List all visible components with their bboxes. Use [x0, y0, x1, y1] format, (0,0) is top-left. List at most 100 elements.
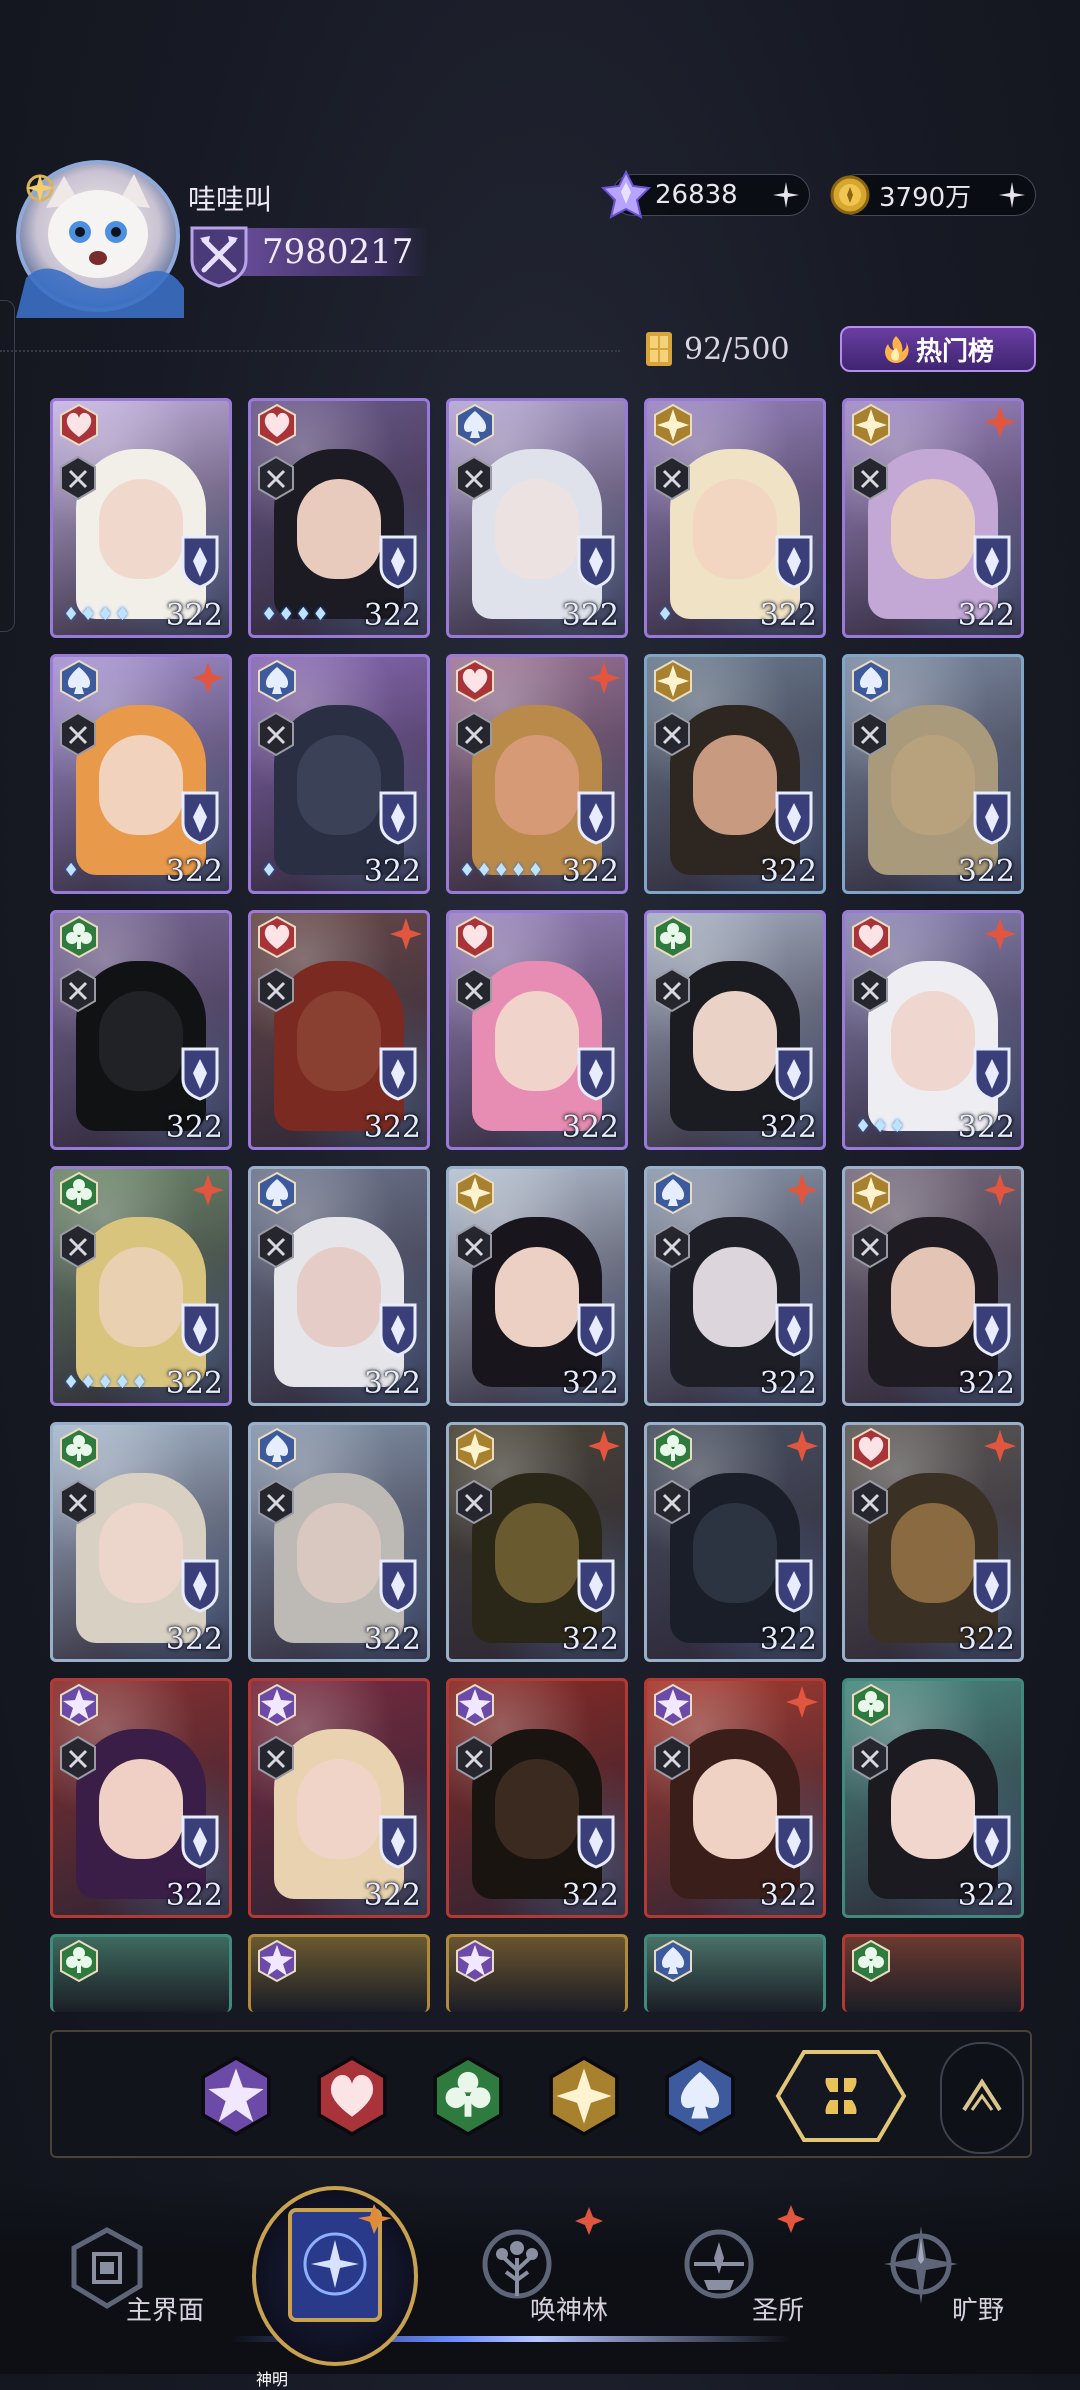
class-icon	[255, 967, 297, 1013]
spade-suit-icon	[651, 1171, 695, 1217]
hero-card[interactable]: 322	[50, 1422, 232, 1662]
hot-ranking-label: 热门榜	[915, 336, 994, 367]
hero-card[interactable]: 322	[50, 1678, 232, 1918]
hero-card[interactable]: 322	[446, 1166, 628, 1406]
club-suit-icon	[57, 1427, 101, 1473]
class-icon	[57, 1735, 99, 1781]
hero-card[interactable]: 322	[248, 1678, 430, 1918]
awaken-star-icon	[191, 1173, 225, 1207]
hero-card-partial[interactable]	[842, 1934, 1024, 2012]
hero-card[interactable]: 322	[446, 910, 628, 1150]
nav-sanctuary[interactable]: 圣所	[664, 2218, 804, 2326]
hot-ranking-button[interactable]: 热门榜	[840, 326, 1036, 372]
diamond-currency[interactable]: 26838	[601, 170, 810, 219]
hero-card[interactable]: ♦♦♦♦ 322	[50, 398, 232, 638]
hero-card[interactable]: 322	[842, 398, 1024, 638]
role-shield-icon	[575, 1813, 617, 1869]
character-portrait	[693, 1759, 777, 1859]
hero-card[interactable]: 322	[644, 1166, 826, 1406]
filter-club-icon[interactable]	[430, 2054, 506, 2138]
class-icon	[255, 1735, 297, 1781]
hero-card[interactable]: ♦ 322	[50, 654, 232, 894]
hero-card-partial[interactable]	[644, 1934, 826, 2012]
awaken-star-icon	[983, 1429, 1017, 1463]
hero-card[interactable]: 322	[644, 1422, 826, 1662]
combat-power: 7980217	[232, 228, 428, 276]
role-shield-icon	[377, 1301, 419, 1357]
gold-currency[interactable]: 3790万	[830, 174, 1036, 216]
diamond-amount: 26838	[655, 180, 738, 210]
spade-suit-icon	[453, 403, 497, 449]
class-icon	[255, 711, 297, 757]
star-rank: ♦	[63, 860, 81, 881]
hero-card[interactable]: 322	[842, 1678, 1024, 1918]
god-book-icon	[288, 2204, 392, 2322]
hero-card[interactable]: ♦♦♦♦♦ 322	[446, 654, 628, 894]
character-portrait	[495, 1503, 579, 1603]
hero-card-partial[interactable]	[248, 1934, 430, 2012]
add-diamond-icon[interactable]	[769, 178, 803, 212]
class-icon	[849, 1479, 891, 1525]
collapse-button[interactable]	[940, 2042, 1024, 2154]
club-suit-icon	[57, 1939, 101, 1985]
hero-card[interactable]: 322	[446, 1422, 628, 1662]
hero-card[interactable]: 322	[50, 910, 232, 1150]
hero-card[interactable]: 322	[248, 1422, 430, 1662]
hero-card[interactable]: 322	[842, 654, 1024, 894]
heart-suit-icon	[453, 659, 497, 705]
hero-card[interactable]: 322	[842, 1166, 1024, 1406]
class-icon	[453, 1223, 495, 1269]
class-icon	[453, 711, 495, 757]
character-portrait	[99, 479, 183, 579]
role-shield-icon	[773, 1813, 815, 1869]
hero-card[interactable]: 322	[248, 1166, 430, 1406]
diamond-suit-icon	[453, 1171, 497, 1217]
hero-card[interactable]: 322	[644, 654, 826, 894]
role-shield-icon	[971, 1557, 1013, 1613]
hero-card[interactable]: 322	[446, 398, 628, 638]
filter-diamond-icon[interactable]	[546, 2054, 622, 2138]
class-icon	[255, 1223, 297, 1269]
hero-card-partial[interactable]	[50, 1934, 232, 2012]
nav-summon[interactable]: 唤神林	[462, 2218, 608, 2326]
hero-card[interactable]: ♦ 322	[248, 654, 430, 894]
card-level: 322	[363, 1366, 421, 1401]
awaken-star-icon	[587, 1429, 621, 1463]
nav-shenming[interactable]: 神明	[252, 2186, 418, 2389]
hero-card[interactable]: ♦♦♦ 322	[842, 910, 1024, 1150]
hero-card[interactable]: ♦ 322	[644, 398, 826, 638]
nav-wild[interactable]: 旷野	[866, 2218, 1004, 2326]
hero-card[interactable]: 322	[644, 1678, 826, 1918]
hero-card[interactable]: 322	[248, 910, 430, 1150]
card-level: 322	[363, 1622, 421, 1657]
character-portrait	[693, 991, 777, 1091]
heart-suit-icon	[849, 1427, 893, 1473]
player-avatar[interactable]	[6, 148, 186, 318]
card-level: 322	[759, 854, 817, 889]
character-portrait	[297, 991, 381, 1091]
hero-card[interactable]: 322	[644, 910, 826, 1150]
role-shield-icon	[773, 533, 815, 589]
hero-card[interactable]: ♦♦♦♦ 322	[248, 398, 430, 638]
card-level: 322	[561, 1366, 619, 1401]
card-level: 322	[957, 598, 1015, 633]
diamond-suit-icon	[453, 1427, 497, 1473]
hero-card-partial[interactable]	[446, 1934, 628, 2012]
hero-card[interactable]: 322	[446, 1678, 628, 1918]
add-gold-icon[interactable]	[995, 178, 1029, 212]
filter-heart-icon[interactable]	[314, 2054, 390, 2138]
nav-main-label: 主界面	[126, 2296, 205, 2326]
hero-card[interactable]: ♦♦♦♦♦ 322	[50, 1166, 232, 1406]
card-level: 322	[165, 1366, 223, 1401]
filter-all-button[interactable]	[774, 2048, 908, 2144]
character-portrait	[891, 735, 975, 835]
character-portrait	[495, 1247, 579, 1347]
hero-card[interactable]: 322	[842, 1422, 1024, 1662]
club-suit-icon	[651, 915, 695, 961]
filter-star-icon[interactable]	[198, 2054, 274, 2138]
class-icon	[57, 455, 99, 501]
filter-spade-icon[interactable]	[662, 2054, 738, 2138]
rank-shield-icon	[188, 222, 258, 290]
nav-main[interactable]: 主界面	[52, 2218, 204, 2326]
card-level: 322	[165, 1622, 223, 1657]
